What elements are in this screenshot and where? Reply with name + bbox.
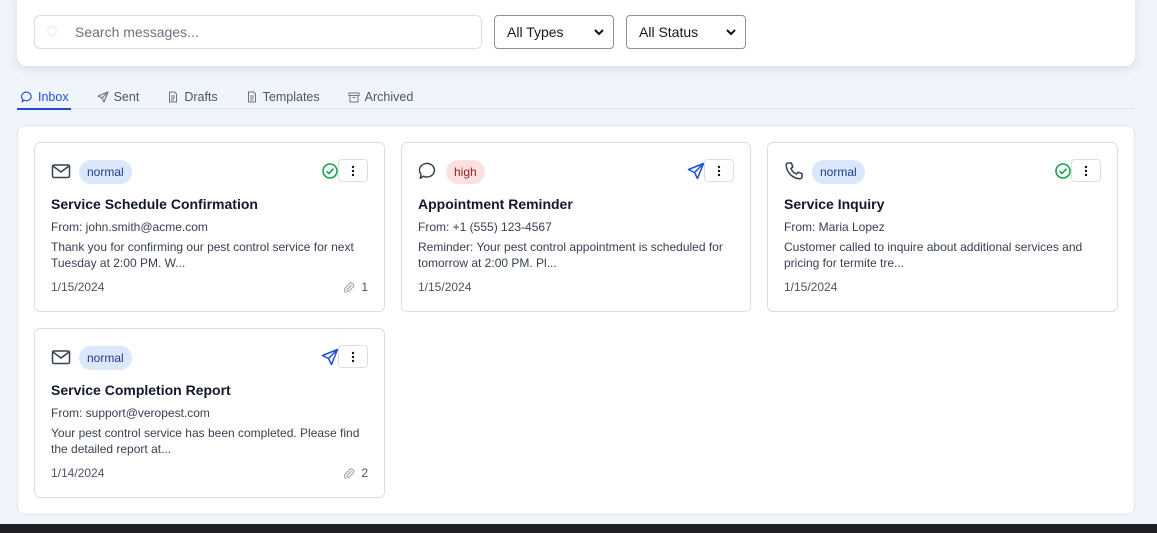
priority-badge: normal	[812, 160, 865, 184]
paperclip-icon	[344, 468, 355, 479]
more-vertical-icon	[351, 351, 355, 362]
message-title: Service Completion Report	[51, 382, 231, 398]
priority-badge: normal	[79, 346, 132, 370]
check-circle-icon	[1055, 163, 1071, 179]
message-sender: From: support@veropest.com	[51, 406, 210, 420]
tab-label: Inbox	[38, 89, 69, 104]
message-card[interactable]: normal Service Completion Report From: s…	[34, 328, 385, 498]
mail-icon	[51, 164, 71, 179]
more-vertical-icon	[351, 165, 355, 176]
document-icon	[247, 91, 256, 102]
phone-icon	[785, 162, 803, 180]
message-card[interactable]: high Appointment Reminder From: +1 (555)…	[401, 142, 751, 312]
more-vertical-icon	[1084, 165, 1088, 176]
tab-templates[interactable]: Templates	[242, 84, 322, 109]
search-icon	[43, 22, 63, 42]
mail-icon	[51, 350, 71, 365]
chat-bubble-icon	[21, 91, 32, 103]
attachment-count: 1	[343, 280, 368, 294]
message-sender: From: Maria Lopez	[784, 220, 885, 234]
type-filter-select[interactable]: All Types	[494, 15, 614, 49]
message-preview: Reminder: Your pest control appointment …	[418, 240, 723, 270]
tab-archived[interactable]: Archived	[344, 84, 416, 109]
message-title: Service Schedule Confirmation	[51, 196, 258, 212]
tab-label: Sent	[113, 89, 140, 104]
paperclip-icon	[344, 282, 355, 293]
tab-sent[interactable]: Sent	[93, 84, 142, 109]
message-date: 1/15/2024	[784, 280, 838, 294]
message-list-panel: normal Service Schedule Confirmation Fro…	[17, 125, 1135, 515]
message-preview: Your pest control service has been compl…	[51, 426, 360, 456]
status-filter-value: All Status	[639, 24, 699, 40]
message-preview: Thank you for confirming our pest contro…	[51, 240, 354, 270]
archive-icon	[348, 92, 360, 102]
send-icon	[321, 348, 339, 366]
tab-label: Drafts	[184, 89, 218, 104]
message-tabs: Inbox Sent Drafts Templates Archived	[17, 84, 1135, 110]
attachment-count-value: 1	[361, 280, 368, 294]
message-title: Appointment Reminder	[418, 196, 573, 212]
type-filter-value: All Types	[507, 24, 564, 40]
priority-badge: high	[446, 160, 485, 184]
message-date: 1/15/2024	[418, 280, 472, 294]
taskbar-strip	[0, 524, 1157, 533]
send-icon	[97, 90, 109, 103]
send-icon	[687, 162, 705, 180]
more-vertical-icon	[717, 165, 721, 176]
message-sender: From: john.smith@acme.com	[51, 220, 208, 234]
tab-inbox[interactable]: Inbox	[17, 84, 71, 110]
chat-bubble-icon	[418, 162, 436, 180]
search-input[interactable]	[75, 24, 455, 40]
message-card[interactable]: normal Service Inquiry From: Maria Lopez…	[767, 142, 1118, 312]
tab-label: Templates	[262, 89, 320, 104]
message-date: 1/14/2024	[51, 466, 105, 480]
chevron-down-icon	[594, 29, 604, 36]
message-title: Service Inquiry	[784, 196, 885, 212]
tab-drafts[interactable]: Drafts	[163, 84, 219, 109]
chevron-down-icon	[726, 29, 736, 36]
status-filter-select[interactable]: All Status	[626, 15, 746, 49]
filter-bar: All Types All Status	[17, 0, 1135, 66]
message-date: 1/15/2024	[51, 280, 105, 294]
attachment-count: 2	[343, 466, 368, 480]
tab-label: Archived	[364, 89, 414, 104]
priority-badge: normal	[79, 160, 132, 184]
more-options-button[interactable]	[704, 159, 734, 182]
more-options-button[interactable]	[338, 159, 368, 182]
search-input-wrapper[interactable]	[34, 15, 482, 49]
more-options-button[interactable]	[1071, 159, 1101, 182]
more-options-button[interactable]	[338, 345, 368, 368]
document-icon	[169, 91, 178, 102]
message-sender: From: +1 (555) 123-4567	[418, 220, 552, 234]
attachment-count-value: 2	[361, 466, 368, 480]
check-circle-icon	[322, 163, 338, 179]
message-preview: Customer called to inquire about additio…	[784, 240, 1083, 270]
message-card[interactable]: normal Service Schedule Confirmation Fro…	[34, 142, 385, 312]
